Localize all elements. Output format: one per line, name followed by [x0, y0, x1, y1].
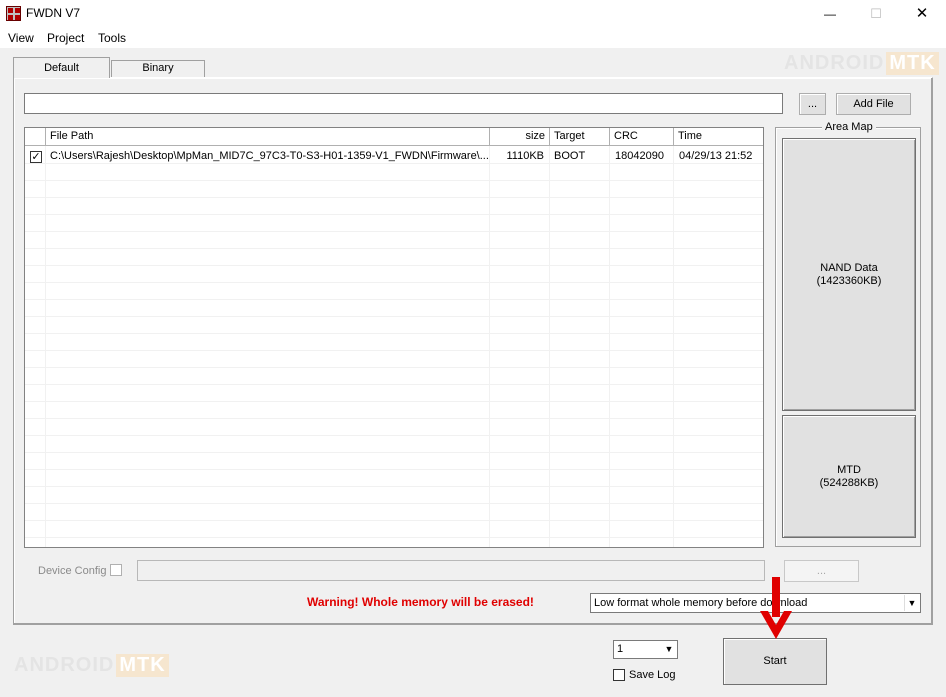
area-map-title: Area Map [822, 121, 876, 133]
file-path-input[interactable] [24, 93, 783, 114]
watermark-text-accent: MTK [119, 654, 166, 676]
maximize-button[interactable]: ☐ [853, 0, 899, 28]
grid-hline [25, 197, 763, 198]
maximize-icon: ☐ [870, 6, 882, 21]
grid-hline [25, 248, 763, 249]
grid-hline [25, 418, 763, 419]
save-log-checkbox[interactable] [613, 669, 625, 681]
watermark-text: ANDROID [14, 654, 115, 676]
cell-file-path: C:\Users\Rajesh\Desktop\MpMan_MID7C_97C3… [50, 150, 488, 162]
grid-hline [25, 367, 763, 368]
grid-hline [25, 265, 763, 266]
grid-vline [45, 146, 46, 547]
count-select[interactable]: 1 ▼ [613, 640, 678, 659]
grid-hline [25, 299, 763, 300]
minimize-icon: — [824, 7, 836, 21]
grid-hline [25, 537, 763, 538]
mtd-label: MTD [837, 463, 861, 476]
watermark-text: ANDROID [784, 52, 885, 74]
grid-vline [549, 146, 550, 547]
row-checkbox[interactable]: ✓ [30, 151, 42, 163]
grid-hline [25, 452, 763, 453]
column-header-target[interactable]: Target [550, 128, 610, 146]
chevron-down-icon[interactable]: ▼ [904, 595, 919, 611]
watermark-bottom: ANDROID MTK [14, 654, 169, 677]
nand-data-label: NAND Data [820, 261, 878, 274]
count-select-value: 1 [617, 643, 624, 655]
grid-hline [25, 503, 763, 504]
cell-size: 1110KB [506, 150, 544, 162]
column-header-time[interactable]: Time [674, 128, 763, 146]
cell-target: BOOT [554, 150, 586, 162]
nand-data-block[interactable]: NAND Data (1423360KB) [782, 138, 916, 411]
column-header-check[interactable] [25, 128, 46, 146]
cell-time: 04/29/13 21:52 [679, 150, 753, 162]
grid-hline [25, 469, 763, 470]
watermark-box: MTK [116, 654, 169, 677]
grid-hline [25, 520, 763, 521]
device-config-label: Device Config [38, 565, 107, 577]
menu-tools[interactable]: Tools [96, 28, 128, 48]
column-header-size[interactable]: size [490, 128, 550, 146]
tab-binary[interactable]: Binary [111, 60, 205, 77]
red-arrow-annotation-icon [760, 577, 792, 639]
mtd-block[interactable]: MTD (524288KB) [782, 415, 916, 538]
device-config-input[interactable] [137, 560, 765, 581]
grid-vline [763, 146, 764, 548]
start-button[interactable]: Start [723, 638, 827, 685]
grid-hline [25, 214, 763, 215]
window-title: FWDN V7 [26, 6, 80, 20]
minimize-button[interactable]: — [807, 0, 853, 28]
cell-crc: 18042090 [615, 150, 664, 162]
browse-button[interactable]: ... [799, 93, 826, 115]
area-map-group: NAND Data (1423360KB) MTD (524288KB) [775, 127, 921, 547]
close-icon: ✕ [915, 5, 929, 22]
grid-hline [25, 435, 763, 436]
chevron-down-icon[interactable]: ▼ [662, 642, 676, 657]
column-header-crc[interactable]: CRC [610, 128, 674, 146]
app-icon [6, 6, 21, 21]
grid-hline [25, 333, 763, 334]
file-table[interactable]: File Path size Target CRC Time ✓ C:\User… [24, 127, 764, 548]
grid-hline [25, 350, 763, 351]
grid-vline [673, 146, 674, 547]
grid-hline [25, 486, 763, 487]
watermark-box: MTK [886, 52, 939, 75]
tab-default[interactable]: Default [13, 57, 110, 78]
grid-hline [25, 316, 763, 317]
grid-hline [25, 282, 763, 283]
grid-hline [25, 231, 763, 232]
grid-hline [25, 384, 763, 385]
grid-hline [25, 180, 763, 181]
watermark-text-accent: MTK [889, 52, 936, 74]
menu-bar: View Project Tools [0, 28, 946, 48]
device-config-checkbox[interactable] [110, 564, 122, 576]
grid-vline [609, 146, 610, 547]
warning-text: Warning! Whole memory will be erased! [307, 595, 534, 609]
add-file-button[interactable]: Add File [836, 93, 911, 115]
nand-data-size: (1423360KB) [816, 274, 882, 287]
grid-vline [489, 146, 490, 547]
title-bar: FWDN V7 — ☐ ✕ [0, 0, 946, 28]
mtd-size: (524288KB) [819, 476, 879, 489]
save-log-label[interactable]: Save Log [629, 669, 675, 681]
column-header-file-path[interactable]: File Path [46, 128, 490, 146]
close-button[interactable]: ✕ [899, 0, 945, 28]
grid-hline [25, 401, 763, 402]
menu-view[interactable]: View [6, 28, 36, 48]
watermark-top: ANDROID MTK [784, 52, 939, 75]
menu-project[interactable]: Project [45, 28, 86, 48]
